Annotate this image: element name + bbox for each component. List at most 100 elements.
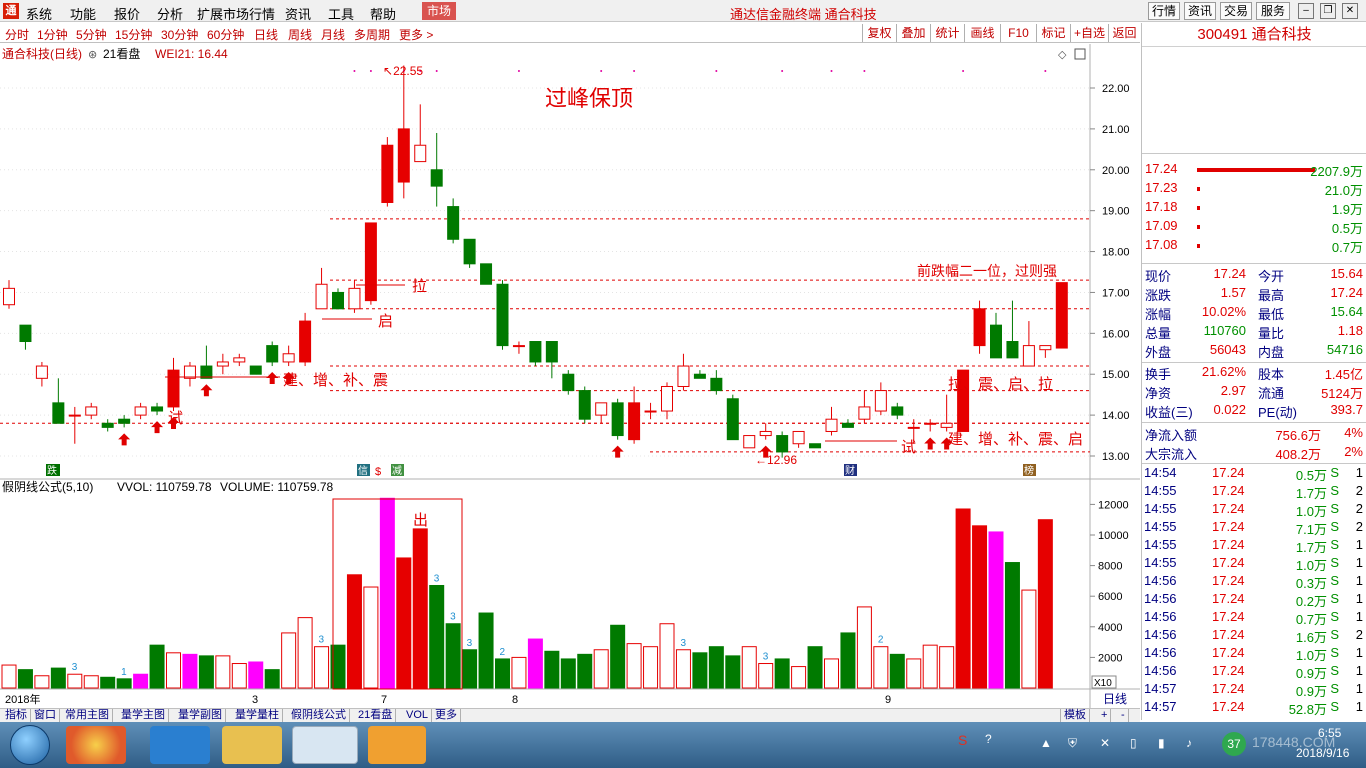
tool-stats-button[interactable]: 统计 [930,24,964,42]
top-quote-button[interactable]: 行情 [1148,2,1180,20]
menu-help[interactable]: 帮助 [370,4,396,23]
price-tick-label: 16.00 [1102,328,1130,340]
gear-icon[interactable]: ⊛ [88,49,97,61]
menu-info[interactable]: 资讯 [285,4,311,23]
period-tab-60min[interactable]: 60分钟 [207,26,244,43]
flow-pct: 2% [1344,444,1363,459]
annotation-out: 出 [413,512,428,529]
period-tab-timeshare[interactable]: 分时 [5,26,29,43]
top-service-button[interactable]: 服务 [1256,2,1290,20]
top-info-button[interactable]: 资讯 [1184,2,1216,20]
menu-tools[interactable]: 工具 [328,4,354,23]
order-price: 17.08 [1145,237,1178,252]
help-icon[interactable]: ? [985,732,992,746]
badge-count[interactable]: 37 [1222,732,1246,756]
candle-body [562,373,575,392]
top-signal-dot [517,70,520,72]
chart-template-label[interactable]: 21看盘 [103,46,140,61]
battery-icon[interactable]: ▯ [1130,736,1137,750]
stats-row: 总量 110760 量比 1.18 [1142,323,1366,342]
panel-max-icon[interactable] [1074,48,1086,60]
tool-f10-button[interactable]: F10 [1000,24,1036,42]
period-tab-5min[interactable]: 5分钟 [76,26,107,43]
menu-system[interactable]: 系统 [26,4,52,23]
volume-bar [1037,519,1053,689]
tool-add-watch-button[interactable]: +自选 [1070,24,1108,42]
messenger-app-icon[interactable] [150,726,210,764]
high-price-value: 22.55 [393,64,423,78]
tab-window[interactable]: 窗口 [31,709,60,722]
tool-mark-button[interactable]: 标记 [1036,24,1070,42]
volume-bar [972,525,988,689]
period-tab-daily[interactable]: 日线 [254,26,278,43]
ie-browser-icon[interactable] [368,726,426,764]
close-icon[interactable]: ✕ [1342,3,1358,19]
period-tab-weekly[interactable]: 周线 [288,26,312,43]
tray-expand-icon[interactable]: ▲ [1040,736,1052,750]
top-signal-dot [633,70,636,72]
tab-liangxue-sub[interactable]: 量学副图 [175,709,226,722]
tick-volume: 7.1万 [1295,522,1327,537]
tab-minus-icon[interactable]: - [1118,709,1129,722]
candle-body [463,238,476,265]
period-tab-15min[interactable]: 15分钟 [115,26,152,43]
minimize-icon[interactable]: – [1298,3,1314,19]
tab-more[interactable]: 更多 [432,709,461,722]
top-signal-dot [962,70,965,72]
diamond-icon[interactable]: ◇ [1058,49,1067,61]
tab-vol[interactable]: VOL [403,709,433,722]
menu-function[interactable]: 功能 [70,4,96,23]
start-button-icon[interactable] [10,725,50,765]
tick-count: 1 [1355,699,1363,714]
tool-draw-button[interactable]: 画线 [964,24,1000,42]
tab-indicator[interactable]: 指标 [2,709,31,722]
menu-quote[interactable]: 报价 [114,4,140,23]
period-tab-monthly[interactable]: 月线 [321,26,345,43]
stats2-value: 0.022 [1213,402,1246,417]
tick-price: 17.24 [1212,465,1245,480]
clock-date[interactable]: 2018/9/16 [1296,746,1349,760]
shield-icon[interactable]: ⛨ [1068,736,1077,751]
candle-body [315,283,328,310]
menu-extended-market[interactable]: 扩展市场行情 [197,4,275,23]
tab-fake-yin[interactable]: 假阴线公式 [288,709,350,722]
candle-body [1039,345,1052,351]
candle-body [249,365,262,375]
clock-time[interactable]: 6:55 [1318,726,1341,740]
tdx-app-icon[interactable] [292,726,358,764]
period-tab-multi[interactable]: 多周期 [354,26,390,43]
marker-s[interactable]: $ [375,466,381,478]
volume-bars: 3 1 3 3 3 3 2 3 3 2 [1,497,1053,689]
period-tab-30min[interactable]: 30分钟 [161,26,198,43]
volume-bar [939,646,955,689]
annotation-jian-zeng: 建、增、补、震 [283,372,388,389]
tab-liangxue-bar[interactable]: 量学量柱 [232,709,283,722]
volume-bar [725,655,741,689]
network-flag-icon[interactable]: ✕ [1100,736,1110,750]
tab-common-main[interactable]: 常用主图 [62,709,113,722]
candle-body [414,144,427,163]
top-trade-button[interactable]: 交易 [1220,2,1252,20]
tab-plus-icon[interactable]: + [1098,709,1112,722]
tab-liangxue-main[interactable]: 量学主图 [118,709,169,722]
x-label-1: 3 [252,694,258,706]
x-unit-label[interactable]: 日线 [1103,692,1127,706]
market-button[interactable]: 市场 [422,2,456,20]
explorer-folder-icon[interactable] [222,726,282,764]
media-app-icon[interactable] [66,726,126,764]
menu-analysis[interactable]: 分析 [157,4,183,23]
tool-adjust-button[interactable]: 复权 [862,24,896,42]
period-tab-1min[interactable]: 1分钟 [37,26,68,43]
kline-chart[interactable]: 通合科技(日线) ⊛ 21看盘 WEI21: 16.44 ◇ 假阴线公式(5,1… [0,44,1140,708]
restore-icon[interactable]: ❐ [1320,3,1336,19]
period-tab-more[interactable]: 更多 > [399,26,433,43]
tool-overlay-button[interactable]: 叠加 [896,24,930,42]
marker-xin-label: 信 [358,465,368,477]
candle-body [397,128,410,183]
signal-icon[interactable]: ▮ [1158,736,1165,750]
tab-template[interactable]: 模板 [1060,709,1090,722]
tab-21-view[interactable]: 21看盘 [355,709,397,722]
tool-back-button[interactable]: 返回 [1108,24,1140,42]
volume-icon[interactable]: ♪ [1186,736,1192,750]
sogou-ime-icon[interactable]: S [958,732,967,748]
